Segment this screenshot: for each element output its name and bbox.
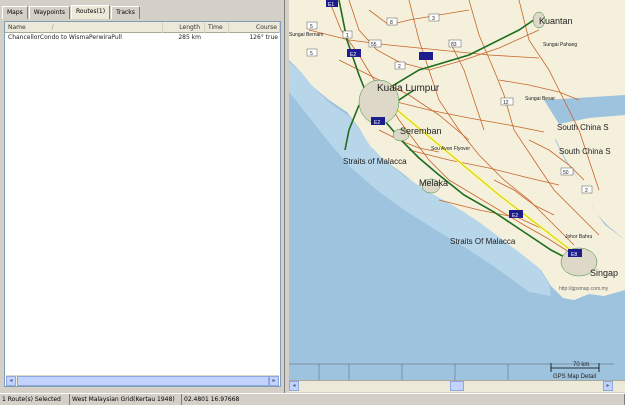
label-flyover: Sou Avon Flyover [431,146,470,152]
watermark-text: http://gpsmap.com.my [559,286,609,292]
road-number: 5 [310,24,313,30]
shield-label: E2 [350,52,356,58]
shield-label: E2 [512,213,518,219]
column-header-length[interactable]: Length [163,22,205,33]
left-pane: Maps Waypoints Routes(1) Tracks Name / L… [0,0,285,393]
map-scroll-right-icon[interactable]: ▸ [603,381,613,391]
route-time [205,33,229,42]
table-row[interactable]: ChancellorCondo to WismaPerwiraPull 285 … [5,33,280,42]
road-number: 50 [563,170,569,176]
routes-list: Name / Length Time Course ChancellorCond… [4,21,281,387]
shield-label: E2 [374,120,380,126]
label-south-china-sea-1: South China S [557,123,609,132]
road-number: 83 [451,42,457,48]
tab-tracks[interactable]: Tracks [111,6,140,19]
route-length: 285 km [178,34,201,41]
label-kuantan: Kuantan [539,16,573,26]
road-number: 55 [371,42,377,48]
scroll-right-icon[interactable]: ▸ [269,376,279,386]
column-header-name[interactable]: Name / [5,22,163,33]
map-canvas: E1 E2 E2 E2 E8 1 5 8 55 83 2 3 12 50 5 2… [289,0,625,380]
label-straits-malacca-1: Straits of Malacca [343,157,407,166]
label-singapore: Singap [590,268,618,278]
map-view[interactable]: E1 E2 E2 E2 E8 1 5 8 55 83 2 3 12 50 5 2… [289,0,625,380]
shield-label: E8 [571,252,577,258]
sort-indicator-icon: / [51,24,54,31]
column-header-time[interactable]: Time [205,22,229,33]
shield-label: E1 [328,2,334,8]
column-name-label: Name [8,24,26,31]
label-kuala-lumpur: Kuala Lumpur [377,83,440,94]
tab-waypoints[interactable]: Waypoints [28,6,71,19]
map-scroll-thumb[interactable] [450,381,464,391]
tab-routes[interactable]: Routes(1) [71,5,111,19]
status-datum: West Malaysian Grid(Kertau 1948) [70,394,182,405]
label-straits-malacca-2: Straits Of Malacca [450,237,516,246]
road-number: 5 [310,51,313,57]
road-number: 3 [432,16,435,22]
label-melaka: Melaka [419,178,448,188]
route-name: ChancellorCondo to WismaPerwiraPull [8,34,122,41]
road-number: 1 [346,33,349,39]
column-header-course[interactable]: Course [229,22,280,33]
road-number: 8 [390,20,393,26]
application-window: Maps Waypoints Routes(1) Tracks Name / L… [0,0,625,405]
scale-label: 70 km [573,362,589,368]
scroll-left-icon[interactable]: ◂ [6,376,16,386]
status-position: 02.4801 16.97668 [182,394,625,405]
scroll-thumb[interactable] [17,376,269,386]
map-horizontal-scrollbar[interactable]: ◂ ▸ [289,380,625,392]
road-number: 2 [585,188,588,194]
label-sungai-bernam: Sungai Bernam [289,32,323,38]
road-number: 2 [398,64,401,70]
map-scroll-left-icon[interactable]: ◂ [289,381,299,391]
label-sungai-pahang: Sungai Pahang [543,42,577,48]
scale-bar: 70 km GPS Map Detail [550,362,600,380]
list-header: Name / Length Time Course [5,22,280,33]
list-horizontal-scrollbar[interactable]: ◂ ▸ [6,375,279,386]
data-tabs: Maps Waypoints Routes(1) Tracks [2,5,141,19]
label-seremban: Seremban [400,126,442,136]
label-sungai-besar: Sungai Besar [525,96,555,102]
route-course: 126° true [249,34,278,41]
label-south-china-sea-2: South China S [559,147,611,156]
label-johor-bahru: Johor Bahru [565,234,592,240]
status-selection: 1 Route(s) Selected [0,394,70,405]
status-bar: 1 Route(s) Selected West Malaysian Grid(… [0,393,625,405]
tab-maps[interactable]: Maps [2,6,28,19]
road-number: 12 [503,100,509,106]
